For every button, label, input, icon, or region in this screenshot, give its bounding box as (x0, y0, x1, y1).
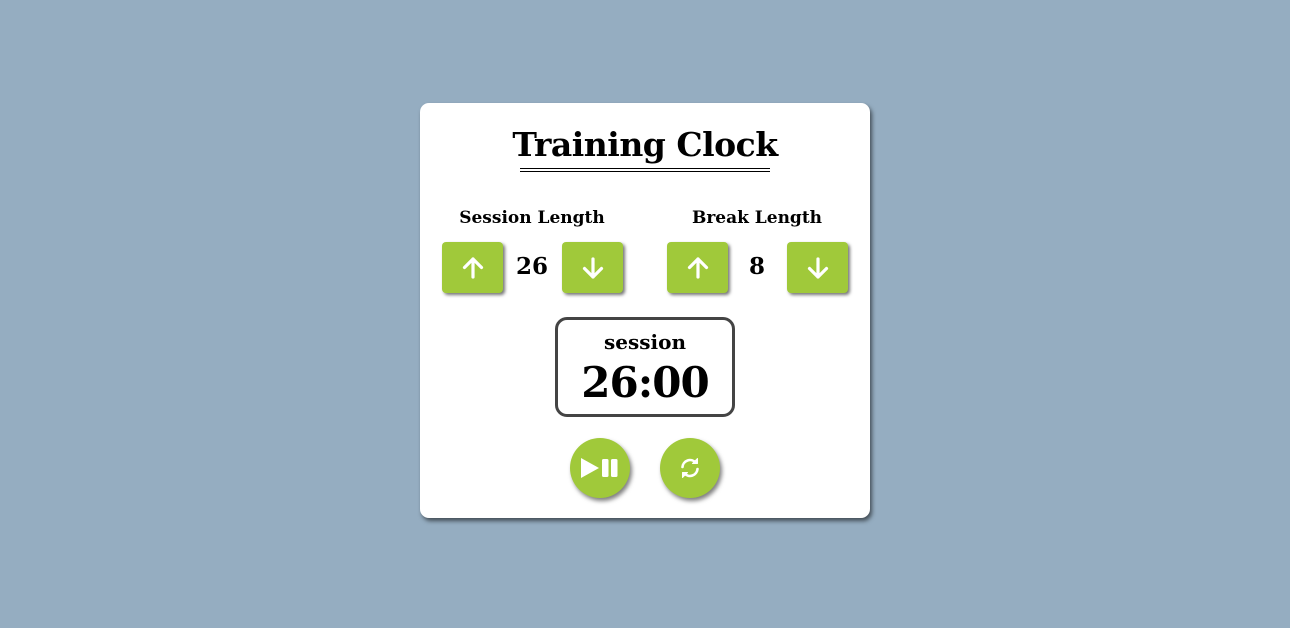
refresh-icon (681, 458, 699, 478)
play-pause-button[interactable] (570, 438, 630, 498)
clock-card: Training Clock Session Length 26 Break L… (420, 103, 870, 518)
break-length-value: 8 (748, 253, 765, 280)
break-length-label: Break Length (691, 208, 823, 228)
timer-mode-label: session (604, 330, 686, 354)
session-increment-button[interactable] (442, 242, 503, 293)
arrow-up-icon (462, 256, 483, 279)
session-length-value: 26 (515, 253, 548, 280)
title-underline (520, 168, 770, 172)
app-title: Training Clock (512, 125, 778, 164)
session-decrement-button[interactable] (562, 242, 623, 293)
reset-button[interactable] (660, 438, 720, 498)
play-pause-icon (581, 458, 618, 478)
break-decrement-button[interactable] (787, 242, 848, 293)
arrow-down-icon (807, 256, 828, 279)
break-increment-button[interactable] (667, 242, 728, 293)
arrow-up-icon (687, 256, 708, 279)
session-length-label: Session Length (459, 208, 605, 228)
timer-countdown: 26:00 (581, 358, 709, 407)
arrow-down-icon (582, 256, 603, 279)
timer-display: session 26:00 (555, 317, 735, 417)
